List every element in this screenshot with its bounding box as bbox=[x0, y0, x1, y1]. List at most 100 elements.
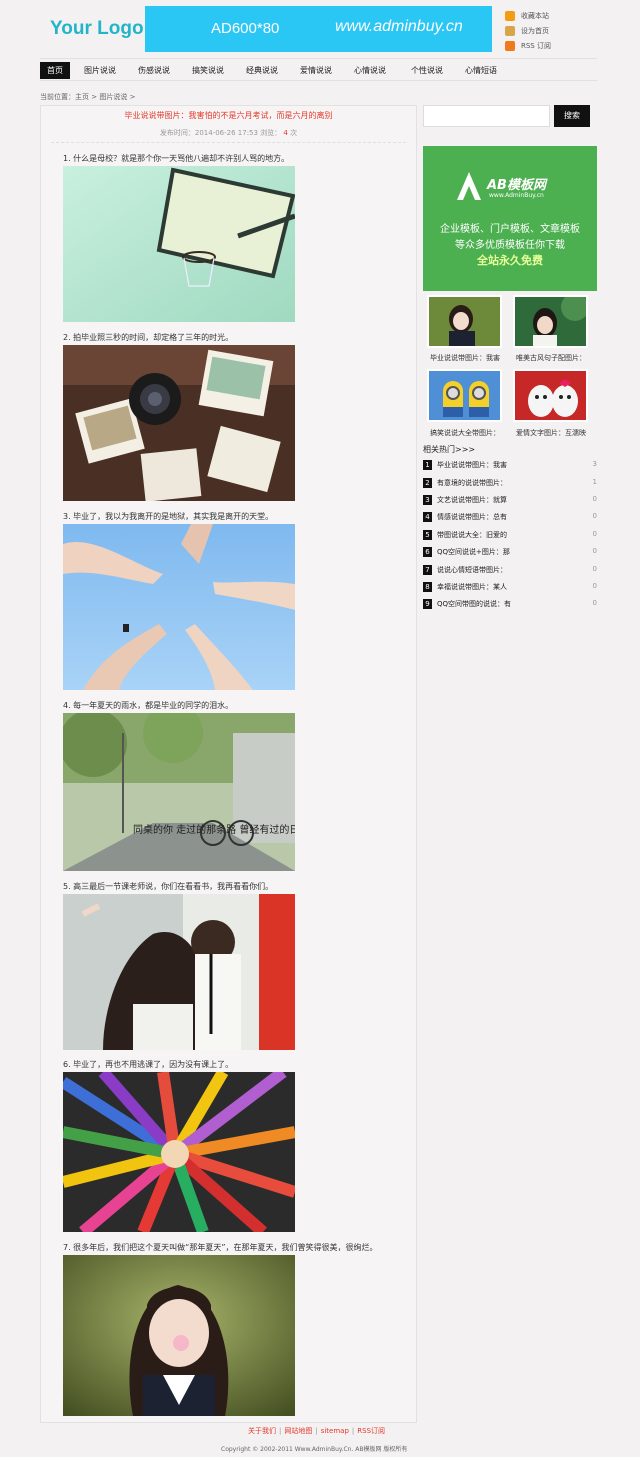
bookmark-link[interactable]: 收藏本站 bbox=[505, 8, 551, 23]
hands-star-photo bbox=[63, 524, 295, 690]
hot-item-title[interactable]: QQ空间说说+图片：那 bbox=[437, 547, 547, 557]
ab-logo-icon bbox=[457, 172, 481, 200]
thumb-caption[interactable]: 唯美古风句子配图片： bbox=[516, 353, 598, 363]
footer-separator: | bbox=[315, 1427, 318, 1435]
hot-item[interactable]: 4 情感说说带图片：总有 0 bbox=[423, 511, 597, 524]
hot-item-title[interactable]: 说说心情短语带图片： bbox=[437, 565, 547, 575]
header-ad-banner[interactable]: AD600*80 www.adminbuy.cn bbox=[145, 6, 492, 52]
thumb-caption[interactable]: 搞笑说说大全带图片： bbox=[430, 428, 512, 438]
bookmark-label: 收藏本站 bbox=[521, 11, 549, 20]
site-logo[interactable]: Your Logo bbox=[50, 18, 144, 40]
ad-line-1: 企业模板、门户模板、文章模板 bbox=[440, 224, 580, 235]
sidebar-ad-banner[interactable]: AB模板网 www.AdminBuy.cn 企业模板、门户模板、文章模板 等众多… bbox=[423, 146, 597, 291]
copyright: Copyright © 2002-2011 Www.AdminBuy.Cn. A… bbox=[221, 1446, 408, 1453]
home-icon bbox=[505, 10, 515, 21]
view-count: 4 bbox=[283, 129, 288, 137]
article-paragraph: 5. 高三最后一节课老师说，你们在看看书，我再看看你们。 bbox=[63, 882, 274, 891]
thumb-caption[interactable]: 爱情文字图片：互濡映 bbox=[516, 428, 598, 438]
classroom-photo bbox=[63, 894, 295, 1050]
nav-item-funny[interactable]: 搞笑说说 bbox=[186, 62, 230, 79]
hot-item-title[interactable]: 文艺说说带图片：就算 bbox=[437, 495, 547, 505]
meta-date: 发布时间：2014-06-26 17:53 浏览： bbox=[159, 129, 282, 137]
main-nav: 首页 图片说说 伤感说说 搞笑说说 经典说说 爱情说说 心情说说 个性说说 心情… bbox=[40, 58, 597, 81]
hot-item-title[interactable]: QQ空间带图的说说：有 bbox=[437, 599, 547, 609]
nav-item-personal[interactable]: 个性说说 bbox=[402, 62, 452, 79]
rss-icon bbox=[505, 40, 515, 51]
article-paragraph: 4. 每一年夏天的雨水，都是毕业的同学的泪水。 bbox=[63, 701, 234, 710]
breadcrumb-separator: > bbox=[129, 93, 136, 101]
hot-item[interactable]: 5 带图说说大全：旧爱的 0 bbox=[423, 529, 597, 542]
hot-item[interactable]: 3 文艺说说带图片：就算 0 bbox=[423, 494, 597, 507]
rank-badge: 1 bbox=[423, 460, 432, 470]
nav-item-sad[interactable]: 伤感说说 bbox=[132, 62, 176, 79]
basketball-hoop-photo bbox=[63, 166, 295, 322]
hot-item[interactable]: 6 QQ空间说说+图片：那 0 bbox=[423, 546, 597, 559]
article-meta: 发布时间：2014-06-26 17:53 浏览： 4 次 bbox=[41, 128, 416, 138]
thumb-minions[interactable] bbox=[427, 369, 502, 422]
thumb-girl-leaves[interactable] bbox=[513, 295, 588, 348]
nav-item-home[interactable]: 首页 bbox=[40, 62, 70, 79]
hot-item[interactable]: 8 幸福说说带图片：某人 0 bbox=[423, 581, 597, 594]
article-title: 毕业说说带图片：我害怕的不是六月考试，而是六月的离别 bbox=[124, 111, 333, 120]
nav-item-love[interactable]: 爱情说说 bbox=[294, 62, 338, 79]
footer-separator: | bbox=[279, 1427, 282, 1435]
footer-xml-sitemap-link[interactable]: sitemap bbox=[321, 1427, 349, 1435]
thumb-graduation[interactable] bbox=[427, 295, 502, 348]
article-paragraph: 7. 很多年后，我们把这个夏天叫做“那年夏天”，在那年夏天，我们曾笑得很美，很绚… bbox=[63, 1243, 378, 1252]
article-paragraph: 2. 拍毕业照三秒的时间，却定格了三年的时光。 bbox=[63, 333, 234, 342]
hot-item-count: 0 bbox=[592, 530, 597, 538]
rank-badge: 6 bbox=[423, 547, 432, 557]
rank-badge: 5 bbox=[423, 530, 432, 540]
rank-badge: 9 bbox=[423, 599, 432, 609]
breadcrumb-category[interactable]: 图片说说 bbox=[99, 93, 127, 101]
hot-item-title[interactable]: 有意境的说说带图片： bbox=[437, 478, 547, 488]
breadcrumb-prefix: 当前位置： bbox=[40, 93, 75, 101]
rank-badge: 3 bbox=[423, 495, 432, 505]
hot-item[interactable]: 2 有意境的说说带图片： 1 bbox=[423, 477, 597, 490]
hot-item-title[interactable]: 毕业说说带图片：我害 bbox=[437, 460, 547, 470]
hot-item-count: 0 bbox=[592, 582, 597, 590]
nav-item-photo[interactable]: 图片说说 bbox=[78, 62, 122, 79]
set-homepage-link[interactable]: 设为首页 bbox=[505, 23, 551, 38]
girl-flower-photo bbox=[63, 1255, 295, 1416]
search-input[interactable] bbox=[423, 105, 550, 127]
rank-badge: 8 bbox=[423, 582, 432, 592]
rank-badge: 4 bbox=[423, 512, 432, 522]
footer-sitemap-link[interactable]: 网站地图 bbox=[284, 1427, 312, 1435]
polaroid-camera-photo bbox=[63, 345, 295, 501]
footer-rss-link[interactable]: RSS订阅 bbox=[357, 1427, 385, 1435]
rss-link[interactable]: RSS 订阅 bbox=[505, 38, 551, 53]
thumb-caption[interactable]: 毕业说说带图片：我害 bbox=[430, 353, 512, 363]
hot-item[interactable]: 1 毕业说说带图片：我害 3 bbox=[423, 459, 597, 472]
breadcrumb: 当前位置：主页 > 图片说说 > bbox=[40, 92, 135, 102]
article-paragraph: 6. 毕业了，再也不用逃课了，因为没有课上了。 bbox=[63, 1060, 234, 1069]
nav-item-phrases[interactable]: 心情短语 bbox=[458, 62, 504, 79]
hot-item-count: 0 bbox=[592, 565, 597, 573]
ad-url-label: www.adminbuy.cn bbox=[335, 18, 463, 35]
colored-pencils-photo bbox=[63, 1072, 295, 1232]
article-paragraph: 3. 毕业了，我以为我离开的是地狱，其实我是离开的天堂。 bbox=[63, 512, 274, 521]
search-button[interactable]: 搜索 bbox=[554, 105, 590, 127]
hot-item-title[interactable]: 带图说说大全：旧爱的 bbox=[437, 530, 547, 540]
hot-item-title[interactable]: 情感说说带图片：总有 bbox=[437, 512, 547, 522]
article-paragraph: 1. 什么是母校？就是那个你一天骂他八遍却不许别人骂的地方。 bbox=[63, 154, 290, 163]
hot-item-title[interactable]: 幸福说说带图片：某人 bbox=[437, 582, 547, 592]
hot-item-count: 0 bbox=[592, 495, 597, 503]
breadcrumb-home[interactable]: 主页 bbox=[75, 93, 89, 101]
rss-label: RSS 订阅 bbox=[521, 41, 551, 50]
hot-item[interactable]: 7 说说心情短语带图片： 0 bbox=[423, 564, 597, 577]
footer-links: 关于我们 | 网站地图 | sitemap | RSS订阅 bbox=[248, 1426, 385, 1436]
ad-size-label: AD600*80 bbox=[211, 20, 280, 37]
hot-item[interactable]: 9 QQ空间带图的说说：有 0 bbox=[423, 598, 597, 611]
hot-item-count: 3 bbox=[592, 460, 597, 468]
ad-line-3: 全站永久免费 bbox=[477, 254, 543, 267]
nav-item-classic[interactable]: 经典说说 bbox=[240, 62, 284, 79]
breadcrumb-separator: > bbox=[91, 93, 98, 101]
hot-item-count: 0 bbox=[592, 599, 597, 607]
photo-handwriting: 同桌的你 走过的那条路 曾经有过的日子 bbox=[133, 823, 295, 836]
set-homepage-label: 设为首页 bbox=[521, 26, 549, 35]
hot-item-count: 1 bbox=[592, 478, 597, 486]
thumb-eggs[interactable] bbox=[513, 369, 588, 422]
nav-item-mood[interactable]: 心情说说 bbox=[348, 62, 392, 79]
footer-about-link[interactable]: 关于我们 bbox=[248, 1427, 276, 1435]
